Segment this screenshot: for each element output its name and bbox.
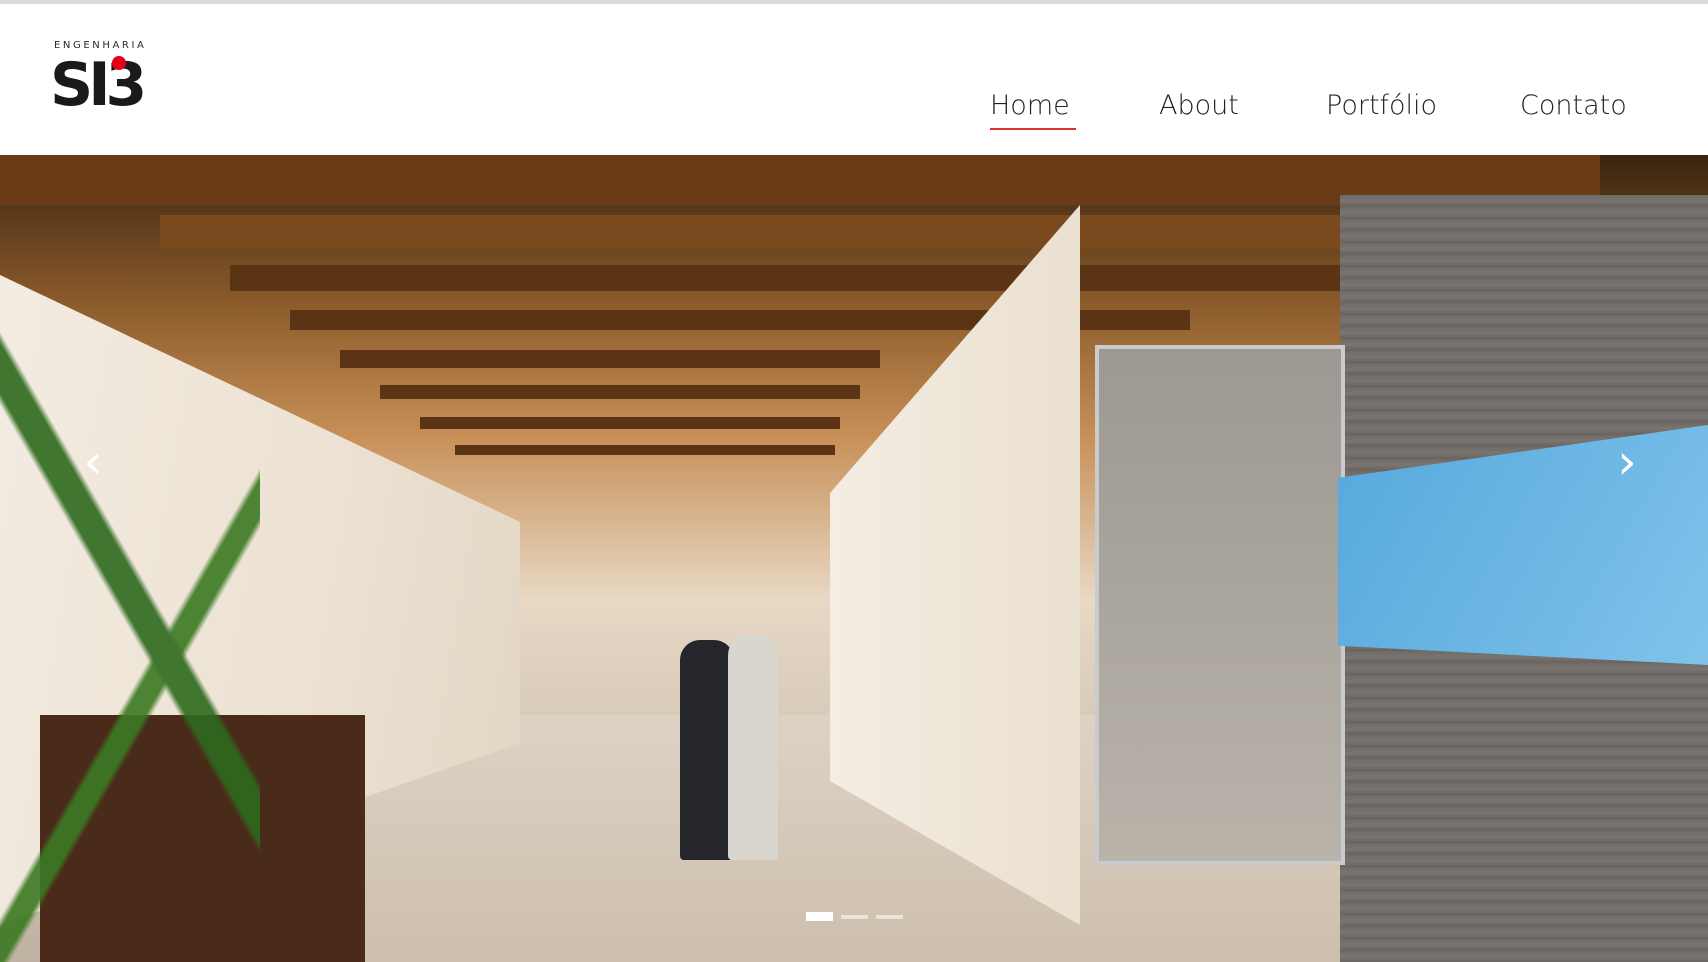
nav-item-home[interactable]: Home [990, 86, 1076, 130]
visitors [670, 620, 790, 860]
logo-red-dot [112, 56, 126, 70]
slider-pagination [806, 912, 903, 921]
slider-dot[interactable] [841, 915, 868, 919]
plant-foreground [0, 175, 260, 962]
nav-item-portfolio[interactable]: Portfólio [1326, 86, 1437, 126]
slider-dot[interactable] [806, 912, 833, 921]
site-header: ENGENHARIA SI3 Home About Portfólio Cont… [0, 4, 1708, 154]
slider-dot[interactable] [876, 915, 903, 919]
logo-mark: SI3 [50, 50, 147, 120]
slider-next-icon[interactable]: › [1612, 438, 1642, 486]
hero-slider [0, 155, 1708, 962]
nav-item-contato[interactable]: Contato [1520, 86, 1627, 126]
nav-item-about[interactable]: About [1159, 86, 1239, 126]
site-logo[interactable]: ENGENHARIA SI3 [50, 40, 170, 124]
slider-prev-icon[interactable]: ‹ [78, 438, 108, 486]
